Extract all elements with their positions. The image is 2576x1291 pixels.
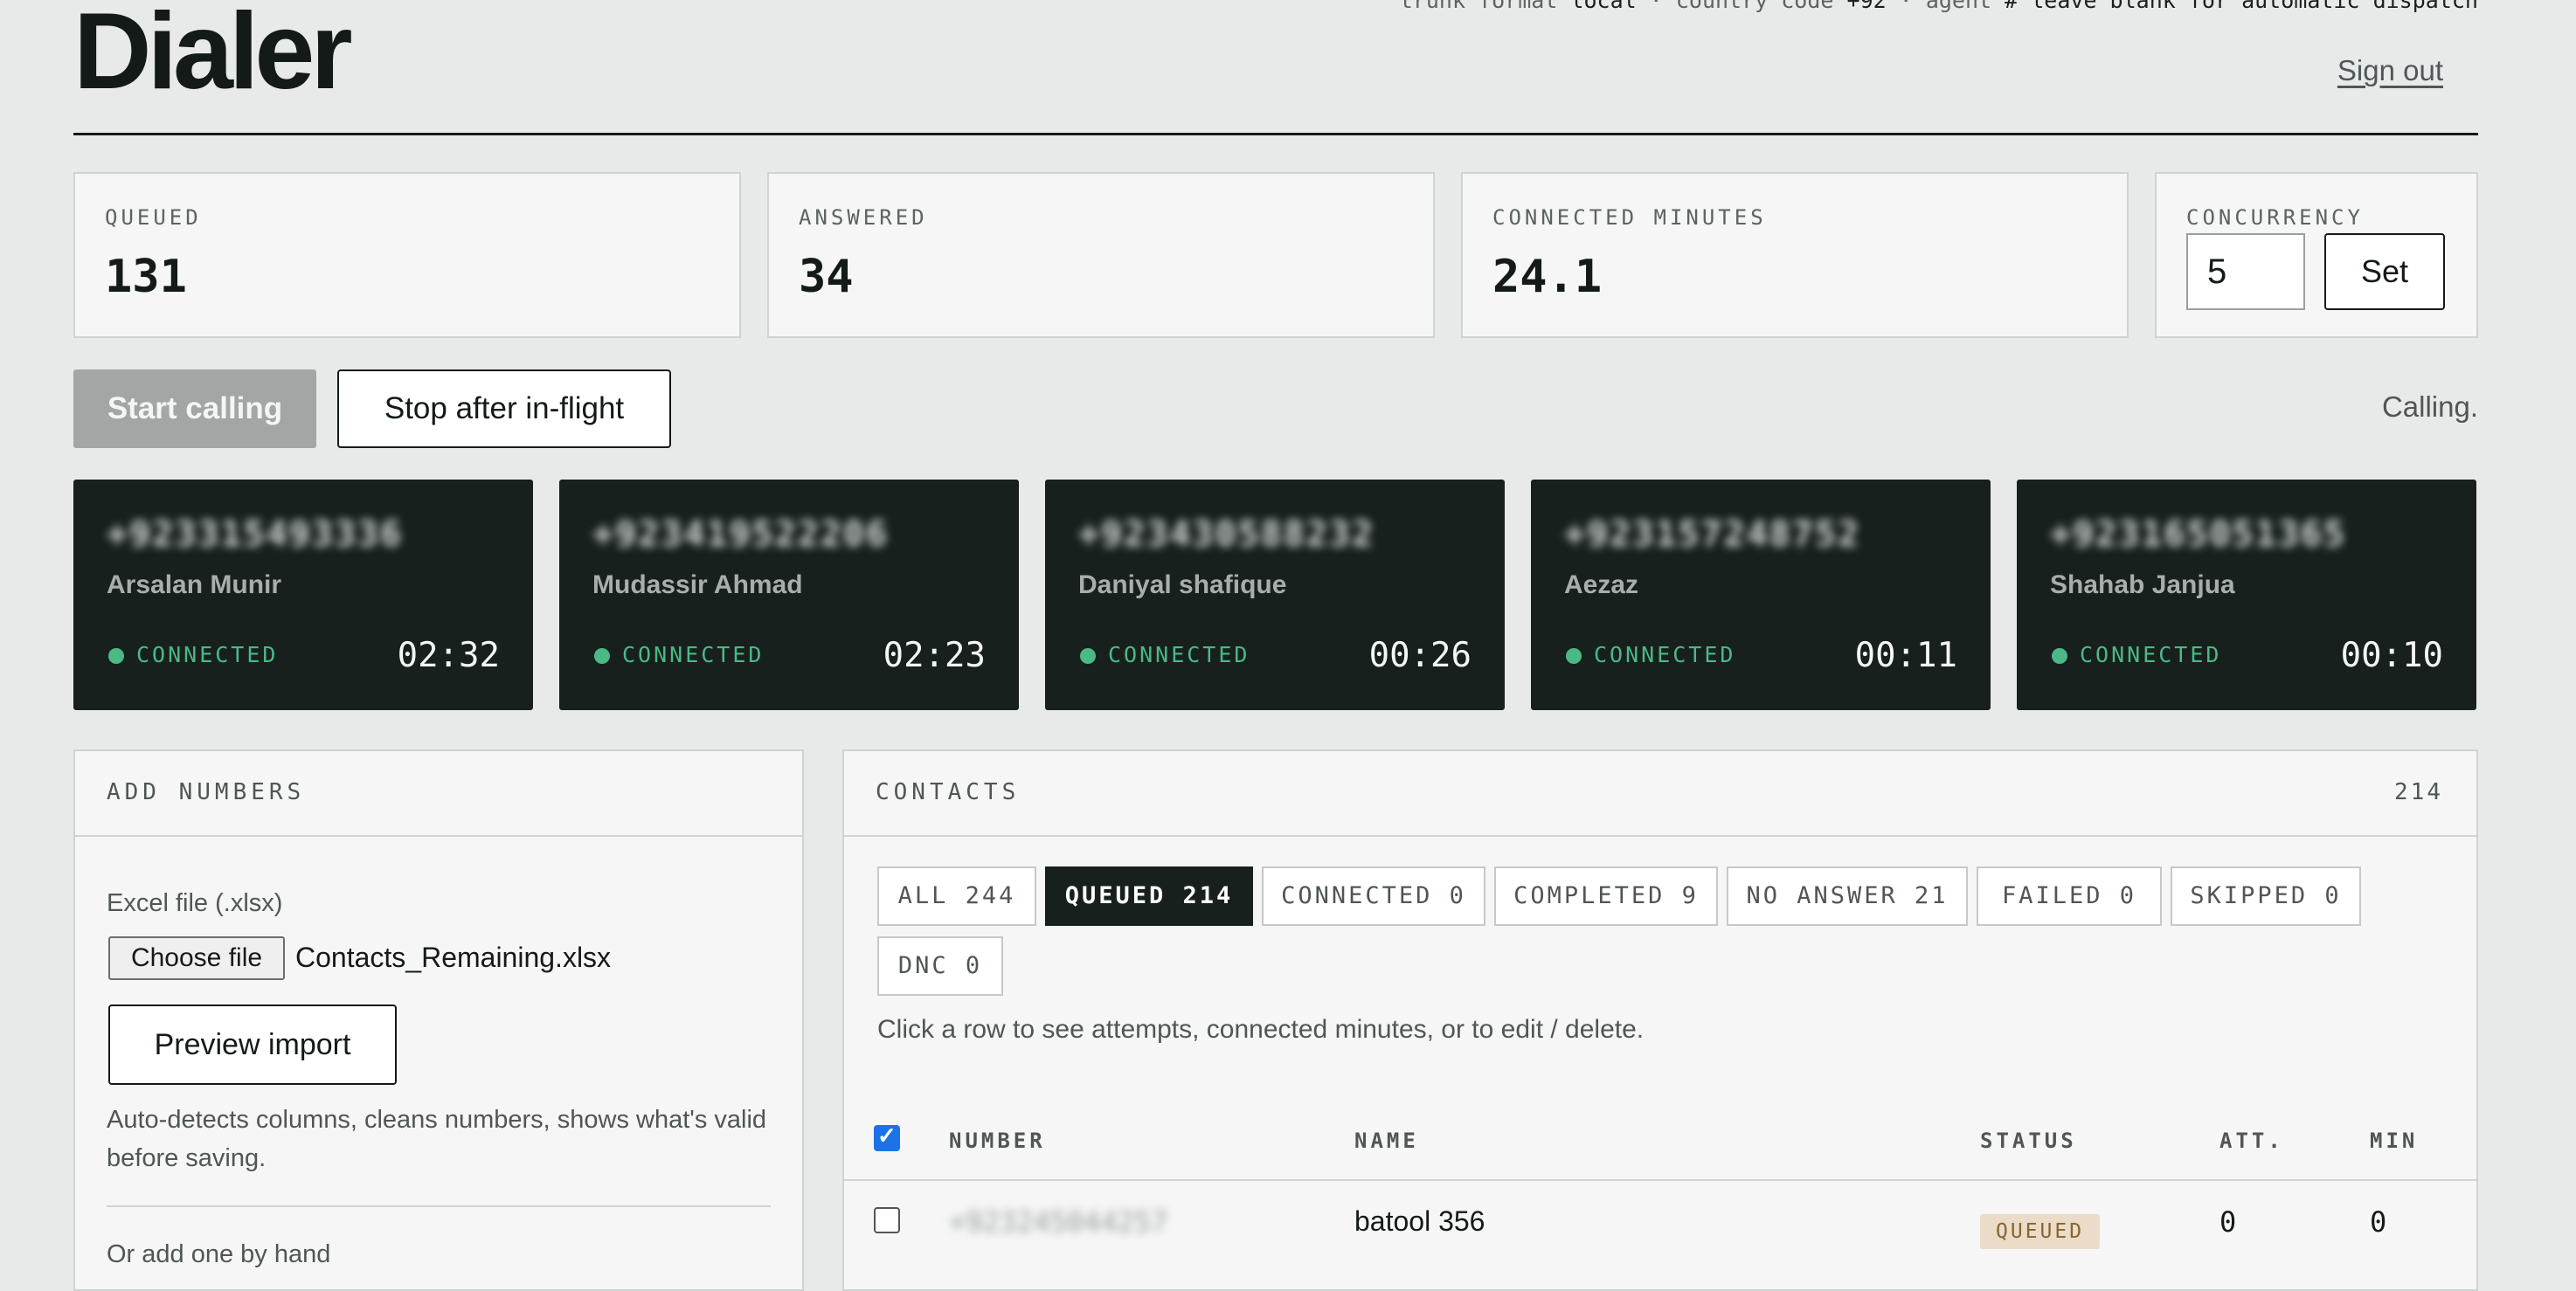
stop-after-in-flight-button[interactable]: Stop after in-flight — [337, 369, 671, 448]
filter-chip-connected[interactable]: CONNECTED 0 — [1262, 866, 1485, 926]
config-note-part: · country code — [1636, 0, 1847, 13]
call-contact-name: Aezaz — [1564, 570, 1639, 599]
call-duration: 02:32 — [397, 636, 500, 675]
stat-answered: ANSWERED 34 — [767, 172, 1435, 338]
call-status: CONNECTED — [2080, 642, 2222, 667]
call-duration: 02:23 — [883, 636, 986, 675]
status-dot-icon — [108, 648, 124, 664]
stat-value: 34 — [799, 251, 854, 303]
row-checkbox[interactable] — [874, 1207, 900, 1233]
selected-file-name: Contacts_Remaining.xlsx — [295, 942, 612, 973]
panel-title: CONTACTS — [876, 779, 1021, 805]
row-minutes: 0 — [2370, 1205, 2387, 1239]
status-badge: QUEUED — [1980, 1214, 2101, 1249]
live-call-card: +923430588232 Daniyal shafique CONNECTED… — [1045, 480, 1505, 710]
filter-chip-all[interactable]: ALL 244 — [877, 866, 1036, 926]
call-duration: 00:26 — [1368, 636, 1472, 675]
call-contact-name: Mudassir Ahmad — [592, 570, 803, 599]
call-number: +923157248752 — [1564, 514, 1861, 555]
call-duration: 00:11 — [1854, 636, 1957, 675]
excel-file-label: Excel file (.xlsx) — [107, 889, 283, 917]
live-call-card: +923165051365 Shahab Janjua CONNECTED 00… — [2017, 480, 2476, 710]
config-note-part: · agent — [1886, 0, 2005, 13]
column-header-number[interactable]: NUMBER — [949, 1129, 1046, 1153]
start-calling-button[interactable]: Start calling — [73, 369, 316, 448]
panel-header: ADD NUMBERS — [75, 751, 802, 837]
column-header-minutes[interactable]: MIN — [2370, 1129, 2418, 1153]
stat-label: QUEUED — [105, 205, 202, 230]
set-concurrency-button[interactable]: Set — [2324, 233, 2445, 310]
stat-label: ANSWERED — [799, 205, 928, 230]
select-all-checkbox[interactable] — [874, 1122, 900, 1151]
stat-connected-minutes: CONNECTED MINUTES 24.1 — [1461, 172, 2129, 338]
live-call-card: +923419522206 Mudassir Ahmad CONNECTED 0… — [559, 480, 1019, 710]
dialer-status-text: Calling. — [2381, 390, 2478, 423]
config-note-value: # leave blank for automatic dispatch — [2005, 0, 2478, 13]
filter-chip-no-answer[interactable]: NO ANSWER 21 — [1727, 866, 1968, 926]
status-dot-icon — [1080, 648, 1096, 664]
stat-queued: QUEUED 131 — [73, 172, 741, 338]
stat-value: 131 — [105, 251, 187, 303]
status-dot-icon — [2052, 648, 2067, 664]
filter-chip-skipped[interactable]: SKIPPED 0 — [2171, 866, 2361, 926]
call-status: CONNECTED — [622, 642, 765, 667]
live-call-card: +923157248752 Aezaz CONNECTED 00:11 — [1531, 480, 1991, 710]
filter-chip-completed[interactable]: COMPLETED 9 — [1494, 866, 1718, 926]
config-note-value: +92 — [1846, 0, 1887, 13]
contacts-count: 214 — [2394, 779, 2443, 805]
config-note-part: trunk format — [1399, 0, 1571, 13]
stat-label: CONNECTED MINUTES — [1492, 205, 1767, 230]
call-number: +923315493336 — [107, 514, 404, 555]
column-header-attempts[interactable]: ATT. — [2219, 1129, 2284, 1153]
import-hint: Auto-detects columns, cleans numbers, sh… — [107, 1106, 767, 1172]
live-call-card: +923315493336 Arsalan Munir CONNECTED 02… — [73, 480, 533, 710]
preview-import-button[interactable]: Preview import — [108, 1004, 397, 1085]
header-divider — [73, 133, 2478, 135]
status-dot-icon — [1566, 648, 1582, 664]
choose-file-button[interactable]: Choose file — [108, 936, 285, 980]
column-header-name[interactable]: NAME — [1354, 1129, 1419, 1153]
panel-title: ADD NUMBERS — [107, 779, 306, 805]
call-number: +923430588232 — [1078, 514, 1375, 555]
row-name: batool 356 — [1354, 1205, 1485, 1237]
panel-divider — [107, 1205, 771, 1207]
panel-header: CONTACTS 214 — [844, 751, 2476, 837]
call-status: CONNECTED — [136, 642, 279, 667]
stat-concurrency: CONCURRENCY 5 Set — [2155, 172, 2478, 338]
filter-chip-dnc[interactable]: DNC 0 — [877, 936, 1003, 996]
call-contact-name: Arsalan Munir — [107, 570, 282, 599]
add-numbers-panel: ADD NUMBERS Excel file (.xlsx) Choose fi… — [73, 749, 804, 1291]
config-note-value: local — [1570, 0, 1637, 13]
call-contact-name: Shahab Janjua — [2050, 570, 2235, 599]
call-number: +923419522206 — [592, 514, 890, 555]
table-header-divider — [844, 1179, 2476, 1181]
config-note: trunk format local · country code +92 · … — [1400, 0, 2478, 13]
call-status: CONNECTED — [1594, 642, 1736, 667]
call-duration: 00:10 — [2340, 636, 2443, 675]
filter-chip-failed[interactable]: FAILED 0 — [1977, 866, 2162, 926]
contacts-hint: Click a row to see attempts, connected m… — [877, 1015, 1645, 1044]
sign-out-link[interactable]: Sign out — [2337, 54, 2443, 87]
call-number: +923165051365 — [2050, 514, 2347, 555]
filter-chip-queued[interactable]: QUEUED 214 — [1045, 866, 1253, 926]
add-by-hand-label: Or add one by hand — [107, 1240, 331, 1268]
app-title: Dialer — [73, 0, 353, 112]
call-status: CONNECTED — [1108, 642, 1250, 667]
column-header-status[interactable]: STATUS — [1980, 1129, 2077, 1153]
stat-label: CONCURRENCY — [2186, 205, 2364, 230]
contacts-panel: CONTACTS 214 ALL 244 QUEUED 214 CONNECTE… — [842, 749, 2478, 1291]
call-contact-name: Daniyal shafique — [1078, 570, 1287, 599]
row-number: +923245044257 — [949, 1205, 1168, 1239]
status-dot-icon — [594, 648, 610, 664]
row-attempts: 0 — [2219, 1205, 2237, 1239]
concurrency-input[interactable]: 5 — [2186, 233, 2305, 310]
stat-value: 24.1 — [1492, 251, 1603, 303]
